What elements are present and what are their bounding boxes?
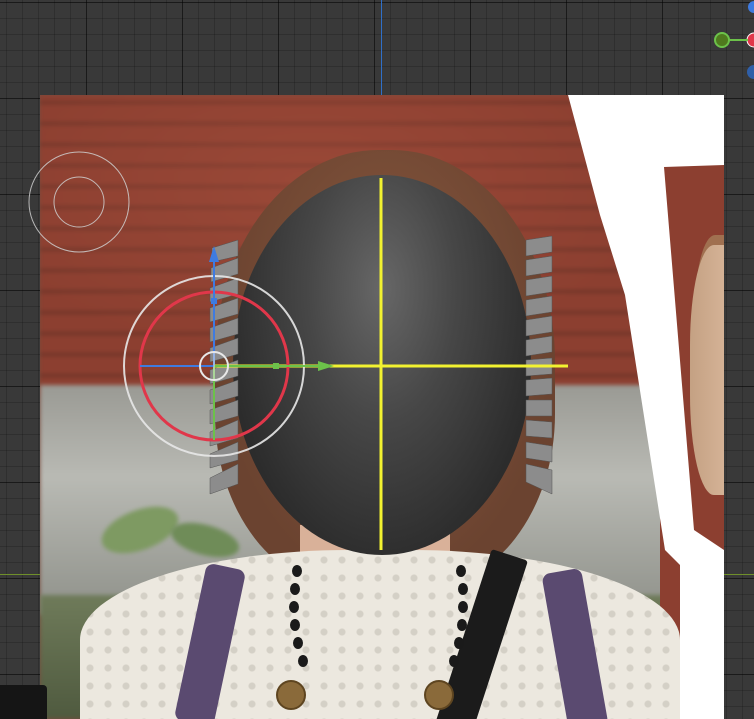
green-node xyxy=(714,32,730,48)
blue-node-top xyxy=(748,1,754,13)
red-node xyxy=(746,32,754,48)
gizmo-overlay xyxy=(28,1,754,550)
center-crosshair xyxy=(214,178,568,550)
view-circle-icon[interactable] xyxy=(28,151,130,253)
view-nodes[interactable] xyxy=(714,1,754,79)
corner-panel[interactable] xyxy=(0,685,47,719)
viewport-canvas[interactable] xyxy=(0,0,754,719)
blue-node-bottom xyxy=(747,65,754,79)
